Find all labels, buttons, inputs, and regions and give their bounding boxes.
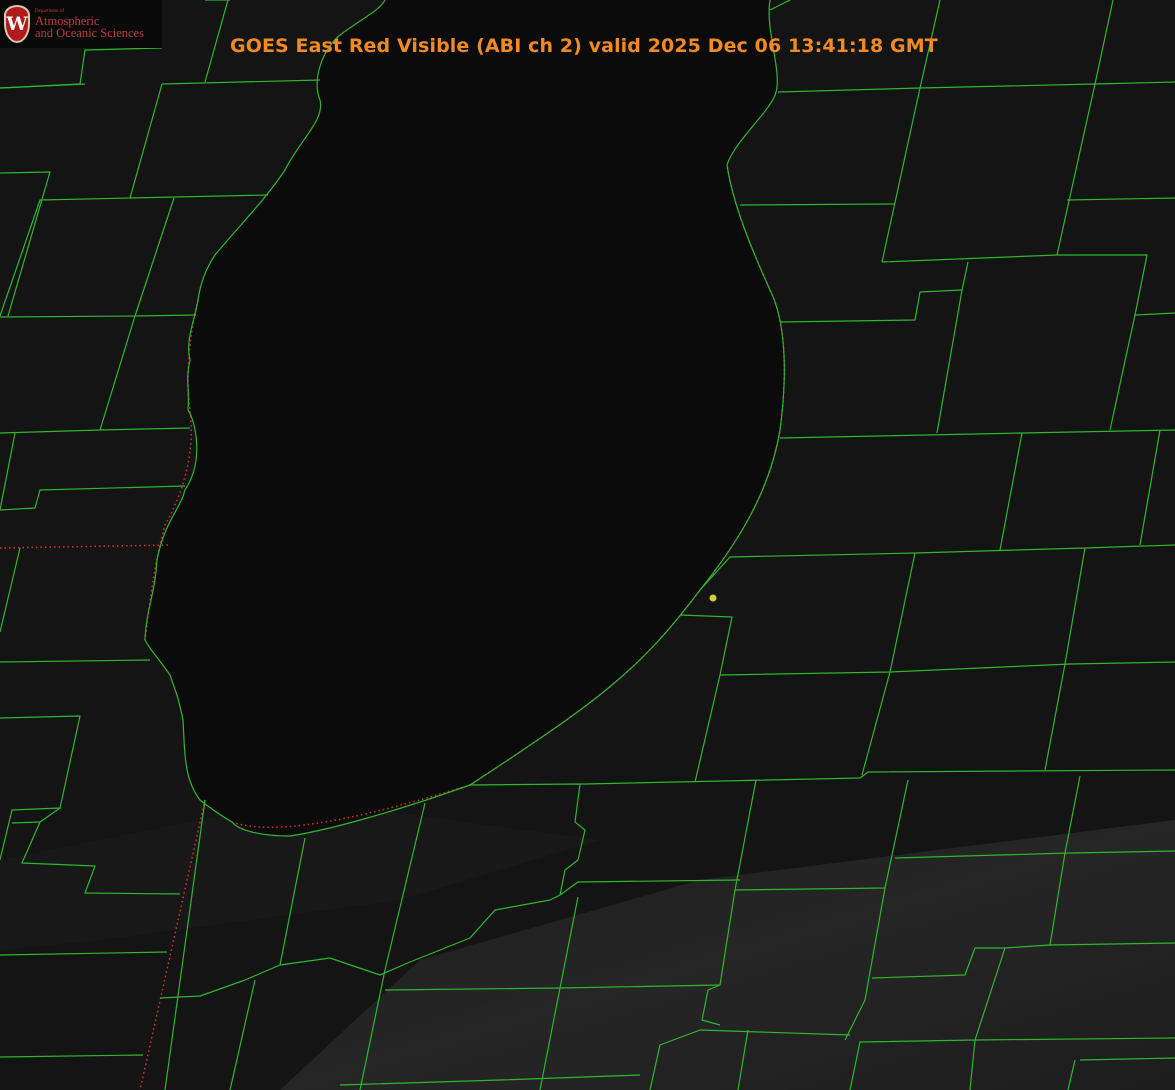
uw-crest-icon: W bbox=[4, 5, 30, 43]
logo-text: Department of Atmospheric and Oceanic Sc… bbox=[35, 9, 144, 40]
satellite-map[interactable] bbox=[0, 0, 1175, 1090]
logo-line-2: and Oceanic Sciences bbox=[35, 26, 144, 40]
aos-logo[interactable]: W Department of Atmospheric and Oceanic … bbox=[0, 0, 162, 48]
logo-department: Department of bbox=[35, 8, 65, 14]
location-dot-icon[interactable] bbox=[709, 594, 717, 602]
image-title: GOES East Red Visible (ABI ch 2) valid 2… bbox=[230, 35, 938, 57]
